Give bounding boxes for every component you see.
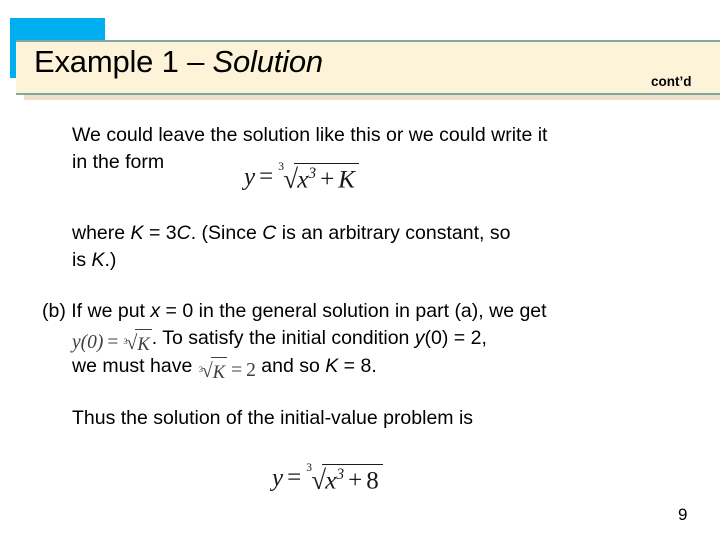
where-paragraph: where K = 3C. (Since C is an arbitrary c…	[72, 220, 510, 274]
radicand-operator: +	[320, 166, 335, 194]
radicand-constant: 8	[366, 467, 379, 495]
where-tail: is an arbitrary constant, so	[276, 222, 511, 244]
where-line2-prefix: is	[72, 249, 92, 271]
where-prefix: where	[72, 222, 131, 244]
part-b-line-1: (b) If we put x = 0 in the general solut…	[42, 298, 547, 325]
page-title-emphasis: Solution	[212, 44, 324, 79]
continued-label: cont’d	[651, 74, 692, 89]
equation-1-lhs: y	[244, 163, 256, 191]
part-b-symbol-x: x	[150, 300, 161, 322]
radicand-constant: K	[338, 166, 355, 194]
part-b-label: (b) If we put	[42, 300, 151, 322]
slide-body: We could leave the solution like this or…	[0, 108, 720, 540]
part-b-initial-condition: (0) = 2,	[424, 327, 487, 349]
radical-sign: √	[201, 359, 213, 382]
part-b-line-3-symbol-k: K	[325, 355, 339, 377]
radicand-constant: K	[137, 334, 150, 356]
inline-eq-c-relation: =	[231, 360, 243, 381]
radicand-base: x	[325, 467, 337, 495]
page-title: Example 1 – Solution	[34, 44, 323, 80]
page-title-main: Example 1 –	[34, 44, 213, 79]
where-after: . (Since	[190, 222, 263, 244]
equation-1-relation: =	[259, 163, 274, 191]
cube-root-icon: 3 √ x3 +8	[305, 462, 383, 496]
part-b-line-1-rest: = 0 in the general solution in part (a),…	[160, 300, 547, 322]
part-b-line-3: we must have 3 √ K = 2 and so K = 8.	[72, 353, 377, 386]
intro-line-2: in the form	[72, 151, 165, 173]
where-line2-symbol-k: K	[91, 249, 105, 271]
part-b-line-2-text: . To satisfy the initial condition	[151, 327, 415, 349]
radical-sign: √	[311, 465, 327, 496]
conclusion-paragraph: Thus the solution of the initial-value p…	[72, 407, 474, 429]
radicand-constant: K	[212, 362, 226, 384]
radicand-exponent: 3	[308, 165, 317, 182]
where-line2-suffix: .)	[104, 249, 117, 271]
inline-equation-cube-root-k-equals-2: 3 √ K = 2	[198, 357, 256, 386]
page-number: 9	[678, 505, 688, 524]
equation-particular-solution: y = 3 √ x3 +8	[272, 462, 383, 496]
inline-eq-c-rhs: 2	[246, 360, 256, 381]
radicand-base: x	[297, 166, 309, 194]
part-b-line-3-prefix: we must have	[72, 355, 198, 377]
where-symbol-c: C	[176, 222, 191, 244]
equation-general-solution: y = 3 √ x3 + K	[244, 161, 359, 195]
radical-sign: √	[283, 164, 299, 195]
inline-eq-b-relation: =	[107, 332, 119, 353]
slide-header: Example 1 – Solution cont’d	[0, 0, 720, 108]
radicand: K	[210, 357, 228, 386]
intro-line-1: We could leave the solution like this or…	[72, 124, 548, 146]
cube-root-icon: 3 √ K	[198, 357, 228, 386]
equation-2-lhs: y	[272, 464, 284, 492]
cube-root-icon: 3 √ x3 + K	[277, 161, 359, 195]
where-symbol-k: K	[130, 222, 144, 244]
equation-2-relation: =	[287, 464, 302, 492]
part-b-symbol-y: y	[414, 327, 425, 349]
part-b-line-3-middle: and so	[255, 355, 326, 377]
radicand: x3 + K	[294, 163, 359, 194]
part-b-line-3-suffix: = 8.	[338, 355, 377, 377]
where-symbol-c2: C	[262, 222, 277, 244]
radicand-exponent: 3	[336, 466, 345, 483]
radicand: x3 +8	[322, 464, 383, 495]
radicand-operator: +	[348, 467, 363, 495]
where-middle: = 3	[143, 222, 177, 244]
inline-eq-b-lhs: y(0)	[72, 332, 104, 353]
